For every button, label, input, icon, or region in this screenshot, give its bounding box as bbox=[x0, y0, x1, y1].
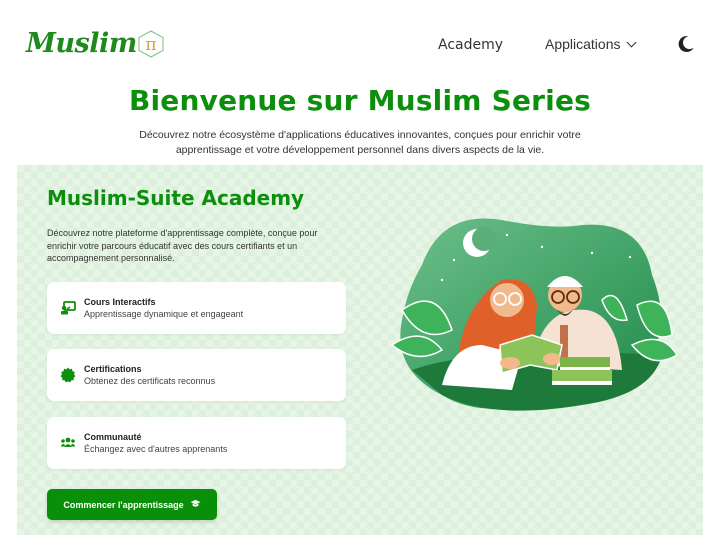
logo[interactable]: Muslim π bbox=[26, 28, 164, 59]
feature-description: Apprentissage dynamique et engageant bbox=[84, 309, 244, 319]
feature-card-community: Communauté Échangez avec d'autres appren… bbox=[47, 417, 346, 469]
certificate-icon bbox=[60, 367, 76, 383]
nav-applications-label: Applications bbox=[545, 36, 621, 52]
feature-card-interactive-courses: Cours Interactifs Apprentissage dynamiqu… bbox=[47, 282, 346, 334]
feature-description: Échangez avec d'autres apprenants bbox=[84, 444, 228, 454]
logo-pi-hexagon-icon: π bbox=[138, 29, 164, 58]
hero-title: Bienvenue sur Muslim Series bbox=[128, 84, 592, 117]
feature-description: Obtenez des certificats reconnus bbox=[84, 376, 216, 386]
moon-icon[interactable] bbox=[677, 35, 695, 53]
users-icon bbox=[60, 435, 76, 451]
site-header: Muslim π Academy Applications bbox=[0, 0, 720, 82]
couple-reading-book-illustration bbox=[382, 195, 682, 425]
feature-title: Communauté bbox=[84, 432, 142, 442]
feature-title: Certifications bbox=[84, 364, 142, 374]
feature-card-certifications: Certifications Obtenez des certificats r… bbox=[47, 349, 346, 401]
feature-title: Cours Interactifs bbox=[84, 297, 156, 307]
start-learning-label: Commencer l'apprentissage bbox=[63, 499, 184, 510]
chevron-down-icon bbox=[626, 37, 636, 47]
academy-section: Muslim-Suite Academy Découvrez notre pla… bbox=[17, 165, 703, 535]
graduation-cap-icon bbox=[190, 499, 201, 510]
nav-applications-dropdown[interactable]: Applications bbox=[545, 36, 636, 52]
academy-title: Muslim-Suite Academy bbox=[47, 186, 305, 210]
nav-academy-link[interactable]: Academy bbox=[438, 37, 503, 53]
logo-text: Muslim bbox=[26, 28, 137, 59]
start-learning-button[interactable]: Commencer l'apprentissage bbox=[47, 489, 217, 520]
chalkboard-teacher-icon bbox=[60, 300, 76, 316]
hero-subtitle: Découvrez notre écosystème d'application… bbox=[139, 129, 581, 156]
academy-description: Découvrez notre plateforme d'apprentissa… bbox=[47, 228, 318, 263]
logo-symbol: π bbox=[145, 35, 156, 55]
